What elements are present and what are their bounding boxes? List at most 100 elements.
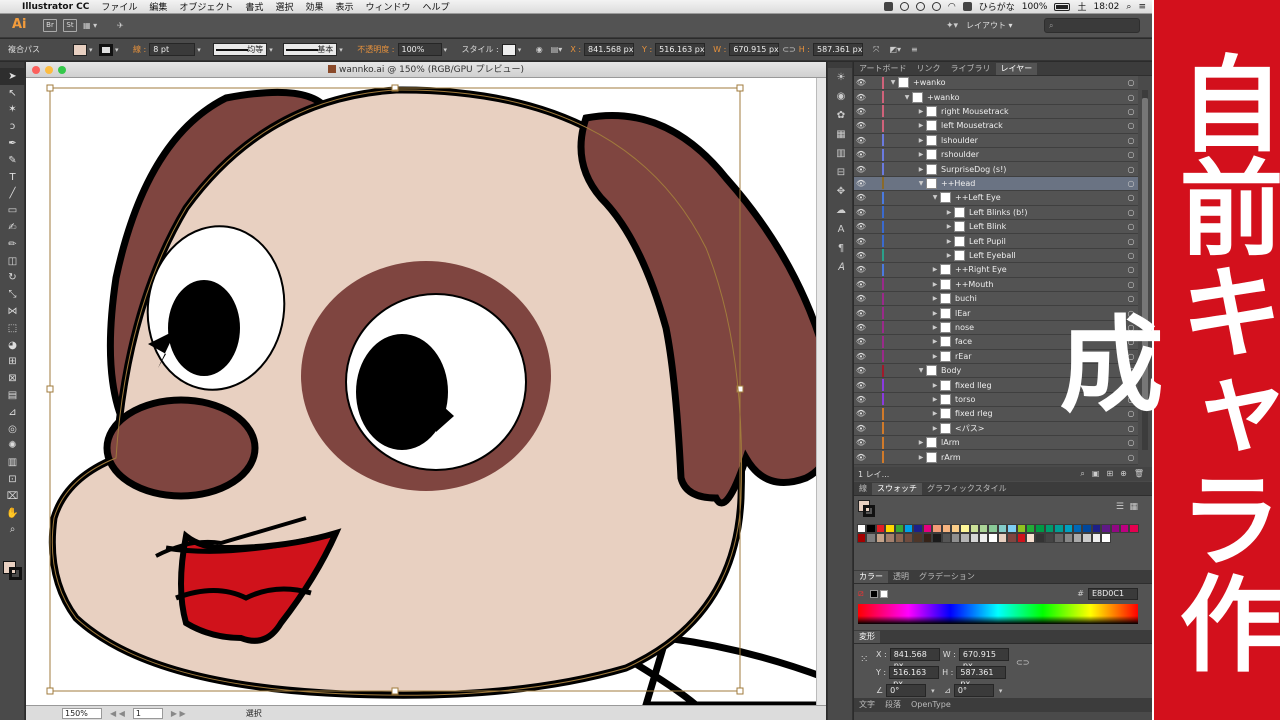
glyphs-icon[interactable]: 𝐴 xyxy=(828,258,854,277)
stock-button[interactable]: St xyxy=(63,19,77,32)
target-circle-icon[interactable]: ○ xyxy=(1124,78,1138,87)
color-swatch[interactable] xyxy=(997,524,1008,534)
style-dropdown[interactable]: ▾ xyxy=(518,46,526,54)
tab-opentype[interactable]: OpenType xyxy=(906,699,956,711)
variable-width-profile[interactable]: 均等 xyxy=(213,43,268,56)
brush-definition[interactable]: 基本 xyxy=(283,43,338,56)
link-proportions-icon[interactable]: ⊂⊃ xyxy=(1016,658,1029,667)
dog-illustration[interactable] xyxy=(26,78,826,705)
color-swatch[interactable] xyxy=(894,533,904,543)
layer-name[interactable]: Left Pupil xyxy=(969,237,1124,246)
layer-row[interactable]: 👁 ▶ rArm ○ xyxy=(854,450,1138,465)
color-swatch[interactable] xyxy=(1091,533,1102,543)
layer-row[interactable]: 👁 ▼ +wanko ○ xyxy=(854,76,1138,91)
color-swatch[interactable] xyxy=(988,533,998,543)
visibility-eye-icon[interactable]: 👁 xyxy=(854,352,868,361)
locate-object-icon[interactable]: ⌕ xyxy=(1080,469,1084,479)
fill-swatch[interactable] xyxy=(73,43,87,56)
constrain-proportions-icon[interactable]: ⊂⊃ xyxy=(782,45,795,54)
visibility-eye-icon[interactable]: 👁 xyxy=(854,121,868,130)
tab-graphic-styles[interactable]: グラフィックスタイル xyxy=(922,483,1012,495)
swatch-grid[interactable] xyxy=(857,524,1139,543)
color-swatch[interactable] xyxy=(1054,533,1064,543)
pen-tool-icon[interactable]: ✒ xyxy=(0,135,25,152)
disclosure-triangle-icon[interactable]: ▼ xyxy=(916,180,926,187)
disclosure-triangle-icon[interactable]: ▶ xyxy=(930,338,940,345)
layer-row[interactable]: 👁 ▶ right Mousetrack ○ xyxy=(854,104,1138,120)
x-field[interactable]: 841.568 px xyxy=(584,43,635,56)
visibility-eye-icon[interactable]: 👁 xyxy=(854,424,868,433)
disclosure-triangle-icon[interactable]: ▼ xyxy=(888,79,898,86)
new-layer-icon[interactable]: ⊕ xyxy=(1120,469,1127,479)
transform-icon[interactable]: ⤧ xyxy=(873,45,879,55)
selection-tool-icon[interactable]: ➤ xyxy=(0,68,25,85)
layer-name[interactable]: left Mousetrack xyxy=(941,121,1124,130)
color-swatch[interactable] xyxy=(1063,533,1073,543)
layer-row[interactable]: 👁 ▶ left Mousetrack ○ xyxy=(854,119,1138,134)
disclosure-triangle-icon[interactable]: ▶ xyxy=(930,324,940,331)
scale-tool-icon[interactable]: ⤡ xyxy=(0,286,25,303)
visibility-eye-icon[interactable]: 👁 xyxy=(854,208,868,217)
shear-angle-field[interactable]: 0° xyxy=(953,684,994,697)
hex-color-field[interactable]: E8D0C1 xyxy=(1088,588,1138,600)
visibility-eye-icon[interactable]: 👁 xyxy=(854,165,868,174)
visibility-eye-icon[interactable]: 👁 xyxy=(854,323,868,332)
target-circle-icon[interactable]: ○ xyxy=(1124,208,1138,217)
input-method-label[interactable]: ひらがな xyxy=(979,0,1015,13)
opacity-label[interactable]: 不透明度 : xyxy=(357,44,394,55)
target-circle-icon[interactable]: ○ xyxy=(1124,222,1138,231)
tf-h-field[interactable]: 587.361 px xyxy=(956,666,1007,688)
color-swatch[interactable] xyxy=(875,533,886,543)
color-swatch[interactable] xyxy=(1016,524,1027,534)
color-swatch[interactable] xyxy=(979,533,989,543)
color-swatch[interactable] xyxy=(960,533,970,543)
color-swatch[interactable] xyxy=(1129,524,1139,534)
color-swatch[interactable] xyxy=(885,533,895,543)
color-swatch[interactable] xyxy=(1082,533,1092,543)
mesh-tool-icon[interactable]: ⊠ xyxy=(0,370,25,387)
left-pupil-shape[interactable] xyxy=(168,280,240,376)
wifi-icon[interactable]: ◠ xyxy=(948,2,956,12)
layer-name[interactable]: <パス> xyxy=(955,423,1124,434)
target-circle-icon[interactable]: ○ xyxy=(1124,424,1138,433)
tf-y-field[interactable]: 516.163 px xyxy=(889,666,940,688)
color-swatch[interactable] xyxy=(969,524,980,534)
right-pupil-shape[interactable] xyxy=(356,334,448,450)
tab-character[interactable]: 文字 xyxy=(854,699,880,711)
arrange-documents-button[interactable]: ▦ ▾ xyxy=(83,19,111,33)
stroke-label[interactable]: 線 : xyxy=(133,44,146,55)
target-circle-icon[interactable]: ○ xyxy=(1124,237,1138,246)
profile-dropdown[interactable]: ▾ xyxy=(269,46,277,54)
y-field[interactable]: 516.163 px xyxy=(655,43,706,56)
tf-w-field[interactable]: 670.915 px xyxy=(958,648,1009,670)
layer-row[interactable]: 👁 ▶ Left Blink ○ xyxy=(854,220,1138,235)
color-swatch[interactable] xyxy=(922,533,933,543)
layer-name[interactable]: right Mousetrack xyxy=(941,107,1124,116)
color-swatch[interactable] xyxy=(941,524,951,534)
handle-top-left[interactable] xyxy=(46,84,54,92)
menu-type[interactable]: 書式 xyxy=(245,0,263,13)
free-transform-tool-icon[interactable]: ⬚ xyxy=(0,320,25,337)
visibility-eye-icon[interactable]: 👁 xyxy=(854,136,868,145)
layer-name[interactable]: buchi xyxy=(955,294,1124,303)
document-title-bar[interactable]: wannko.ai @ 150% (RGB/GPU プレビュー) xyxy=(26,62,826,78)
search-input[interactable]: ⌕ xyxy=(1044,18,1140,33)
disclosure-triangle-icon[interactable]: ▶ xyxy=(916,122,926,129)
color-swatch[interactable] xyxy=(1110,524,1120,534)
layer-row[interactable]: 👁 ▶ buchi ○ xyxy=(854,292,1138,307)
tab-libraries[interactable]: ライブラリ xyxy=(946,63,996,75)
spotlight-icon[interactable]: ⌕ xyxy=(1126,2,1131,12)
disclosure-triangle-icon[interactable]: ▶ xyxy=(930,410,940,417)
align-panel-icon[interactable]: ▥ xyxy=(828,144,854,163)
color-swatch[interactable] xyxy=(941,533,951,543)
target-circle-icon[interactable]: ○ xyxy=(1124,150,1138,159)
disclosure-triangle-icon[interactable]: ▶ xyxy=(916,439,926,446)
layer-row[interactable]: 👁 ▼ +wanko ○ xyxy=(854,90,1138,105)
symbol-sprayer-tool-icon[interactable]: ✺ xyxy=(0,438,25,455)
menu-window[interactable]: ウィンドウ xyxy=(365,0,410,13)
target-circle-icon[interactable]: ○ xyxy=(1124,121,1138,130)
layer-name[interactable]: SurpriseDog (s!) xyxy=(941,165,1124,174)
layer-name[interactable]: rshoulder xyxy=(941,150,1124,159)
vertical-scrollbar[interactable] xyxy=(816,78,826,705)
w-label[interactable]: W : xyxy=(713,45,726,54)
